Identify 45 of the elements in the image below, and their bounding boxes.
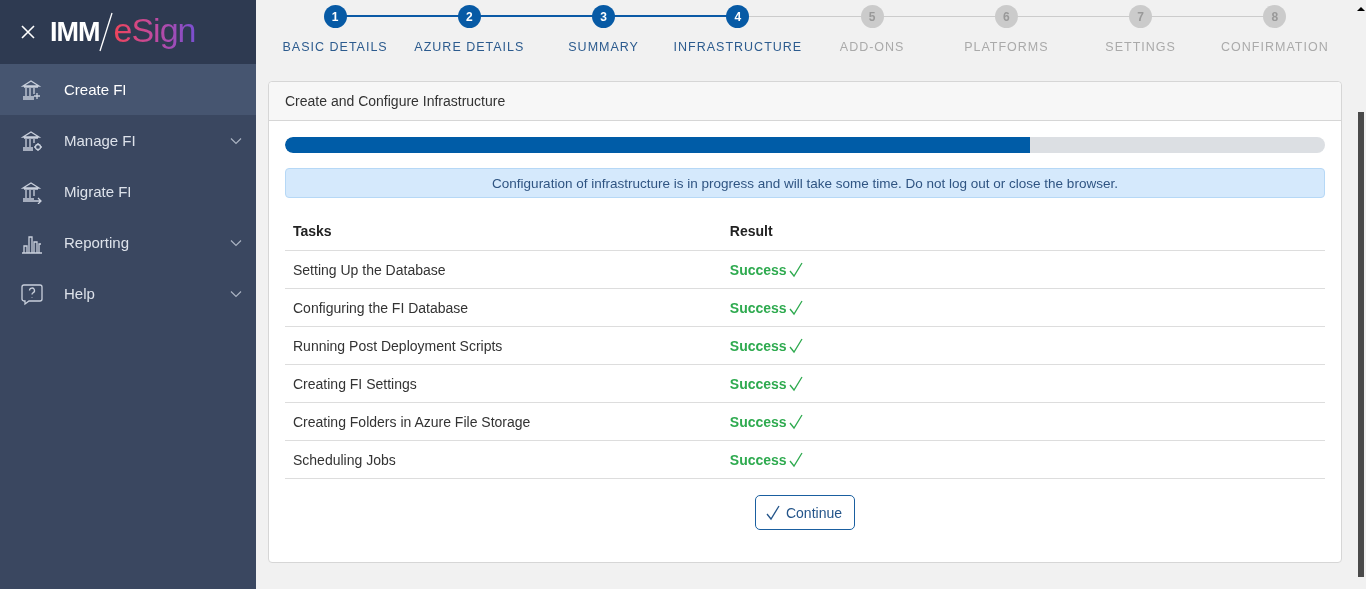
step-number: 1: [323, 5, 347, 28]
sidebar-item[interactable]: Migrate FI: [0, 166, 256, 217]
app-logo: IMM eSign: [50, 12, 196, 52]
sidebar-item[interactable]: Help: [0, 268, 256, 319]
step-number: 3: [592, 5, 616, 28]
result-status: Success: [729, 299, 787, 316]
task-cell: Setting Up the Database: [285, 250, 722, 289]
check-icon: [788, 451, 803, 468]
task-cell: Creating Folders in Azure File Storage: [285, 402, 722, 441]
scroll-up-icon[interactable]: [1357, 6, 1365, 12]
sidebar-item[interactable]: Create FI: [0, 64, 256, 115]
task-cell: Configuring the FI Database: [285, 288, 722, 327]
card-title: Create and Configure Infrastructure: [285, 93, 506, 109]
step-number: 4: [726, 5, 750, 28]
sidebar-item[interactable]: Reporting: [0, 217, 256, 268]
close-icon[interactable]: [20, 24, 36, 40]
check-icon: [765, 504, 780, 521]
help-icon: [20, 281, 44, 306]
task-cell: Running Post Deployment Scripts: [285, 326, 722, 365]
check-icon: [788, 413, 803, 430]
step-label: SETTINGS: [1105, 40, 1176, 54]
step-label: PLATFORMS: [964, 40, 1049, 54]
column-header: Tasks: [285, 212, 722, 251]
check-icon: [788, 375, 803, 392]
step-number: 2: [457, 5, 481, 28]
step-label: BASIC DETAILS: [282, 40, 388, 54]
result-status: Success: [729, 413, 787, 430]
step-label: AZURE DETAILS: [414, 40, 525, 54]
result-status: Success: [729, 337, 787, 354]
result-status: Success: [729, 451, 787, 468]
result-status: Success: [729, 375, 787, 392]
step-label: CONFIRMATION: [1221, 40, 1329, 54]
column-header: Result: [721, 212, 1325, 251]
step-label: ADD-ONS: [839, 40, 905, 54]
result-status: Success: [729, 261, 787, 278]
check-icon: [788, 299, 803, 316]
continue-button[interactable]: Continue: [754, 495, 855, 530]
sidebar-item[interactable]: Manage FI: [0, 115, 256, 166]
step-label: INFRASTRUCTURE: [673, 40, 803, 54]
check-icon: [788, 337, 803, 354]
info-alert: Configuration of infrastructure is in progress and will take some time. Do not log out or close the browser.: [285, 168, 1325, 198]
check-icon: [788, 261, 803, 278]
task-cell: Scheduling Jobs: [285, 440, 722, 479]
step-label: SUMMARY: [568, 40, 639, 54]
task-cell: Creating FI Settings: [285, 364, 722, 403]
